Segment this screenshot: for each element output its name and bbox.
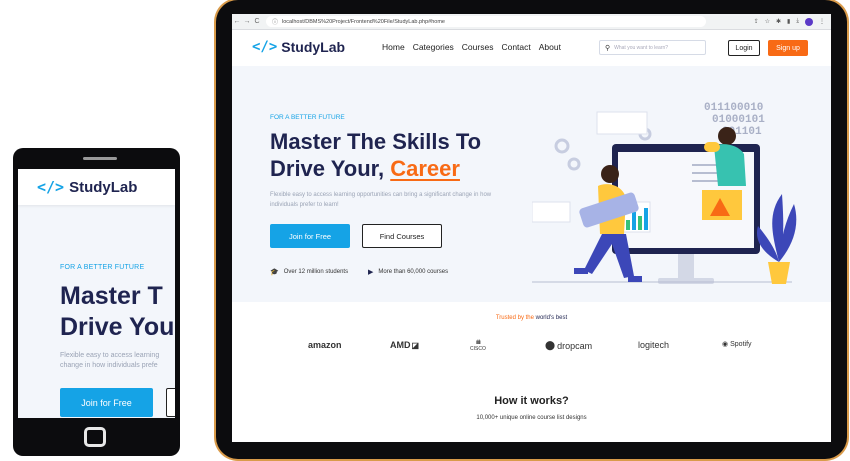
- code-icon: </>: [252, 39, 278, 55]
- profile-avatar[interactable]: [805, 17, 813, 26]
- code-window: [596, 111, 648, 135]
- address-bar[interactable]: ⓘ localhost/DBMS%20Project/Frontend%20Fi…: [266, 16, 706, 27]
- graduation-cap-icon: 🎓: [270, 269, 279, 276]
- info-icon[interactable]: ⓘ: [272, 17, 278, 26]
- hero-headline-prefix: Drive Your,: [270, 156, 391, 181]
- phone-speaker: [83, 157, 117, 160]
- binary-line-1: 011100010: [704, 102, 763, 114]
- join-free-button[interactable]: Join for Free: [270, 224, 350, 248]
- signup-button[interactable]: Sign up: [768, 40, 808, 56]
- tablet-mockup: ← → C ⓘ localhost/DBMS%20Project/Fronten…: [216, 0, 847, 459]
- person-head: [601, 165, 619, 183]
- tablet-screen: ← → C ⓘ localhost/DBMS%20Project/Fronten…: [232, 14, 831, 442]
- how-it-works-subtitle: 10,000+ unique online course list design…: [476, 415, 587, 421]
- stat-students-text: Over 12 million students: [283, 269, 349, 275]
- phone-logo-text[interactable]: StudyLab: [69, 179, 137, 196]
- stat-students: 🎓 Over 12 million students: [270, 268, 348, 276]
- brand-logitech: logitech: [638, 340, 669, 350]
- binary-line-2: 01000101: [712, 114, 765, 126]
- menu-categories[interactable]: Categories: [413, 42, 454, 52]
- extensions-icon[interactable]: ✱: [776, 18, 781, 25]
- play-icon: ▶: [368, 269, 374, 276]
- brand-spotify-text: Spotify: [730, 340, 752, 348]
- phone-headline: Master T Drive You: [60, 281, 174, 343]
- small-window: [532, 201, 571, 223]
- phone-subtext: Flexible easy to access learning change …: [60, 351, 159, 371]
- hero-headline-highlight: Career: [390, 156, 460, 181]
- brand-spotify: ◉ Spotify: [722, 340, 752, 349]
- code-icon: </>: [37, 178, 65, 196]
- reload-icon[interactable]: C: [252, 18, 262, 25]
- hero-illustration: 011100010 01000101 001101: [532, 102, 797, 284]
- search-icon: ⚲: [605, 44, 611, 52]
- hero-section: FOR A BETTER FUTURE Master The Skills To…: [232, 66, 831, 302]
- brand-amazon: amazon: [308, 340, 342, 350]
- brand-amd: AMD ◪: [390, 340, 419, 350]
- chat-bubble-icon: [704, 142, 720, 152]
- menu-contact[interactable]: Contact: [501, 42, 530, 52]
- browser-actions: ⇪ ☆ ✱ ▮ ⤓ ⋮: [754, 17, 831, 26]
- download-icon[interactable]: ⤓: [796, 18, 799, 25]
- person-head: [718, 127, 736, 145]
- phone-subtext-line2: change in how individuals prefe: [60, 362, 158, 369]
- sidebar-icon[interactable]: ▮: [787, 18, 790, 25]
- stat-courses-text: More than 60,000 courses: [378, 269, 449, 275]
- hero-eyebrow: FOR A BETTER FUTURE: [270, 114, 345, 121]
- trusted-prefix: Trusted by the: [495, 315, 536, 321]
- gear-icon: [554, 138, 570, 154]
- search-placeholder: What you want to learn?: [614, 44, 669, 51]
- forward-icon[interactable]: →: [242, 18, 252, 25]
- dropcam-icon: ⬤: [545, 340, 556, 350]
- search-input[interactable]: ⚲ What you want to learn?: [599, 40, 706, 55]
- url-text: localhost/DBMS%20Project/Frontend%20File…: [282, 18, 445, 25]
- site-logo[interactable]: </> StudyLab: [252, 39, 345, 55]
- phone-screen: </> StudyLab FOR A BETTER FUTURE Master …: [18, 169, 175, 418]
- stat-courses: ▶ More than 60,000 courses: [368, 268, 448, 276]
- phone-navbar: </> StudyLab: [18, 169, 175, 205]
- back-icon[interactable]: ←: [232, 18, 242, 25]
- brand-dropcam-text: dropcam: [557, 340, 593, 351]
- brand-logitech-text: logitech: [638, 340, 670, 350]
- hero-subtext: Flexible easy to access learning opportu…: [270, 192, 492, 208]
- menu-courses[interactable]: Courses: [462, 42, 494, 52]
- brand-logos: amazon AMD ◪ ıılıılı CISCO ⬤ dropcam log…: [232, 340, 831, 360]
- gear-icon: [567, 157, 581, 171]
- star-icon[interactable]: ☆: [765, 18, 770, 25]
- phone-eyebrow: FOR A BETTER FUTURE: [60, 264, 145, 271]
- spotify-icon: ◉: [722, 341, 729, 348]
- phone-find-button[interactable]: [166, 388, 175, 417]
- more-icon[interactable]: ⋮: [819, 18, 825, 25]
- login-button[interactable]: Login: [728, 40, 760, 56]
- brand-amazon-text: amazon: [308, 340, 342, 350]
- brand-cisco: ıılıılı CISCO: [470, 340, 486, 352]
- browser-toolbar: ← → C ⓘ localhost/DBMS%20Project/Fronten…: [232, 14, 831, 30]
- menu-about[interactable]: About: [539, 42, 561, 52]
- brand-dropcam: ⬤ dropcam: [545, 340, 592, 351]
- phone-headline-line1: Master T: [60, 282, 163, 310]
- hero-headline: Master The Skills To Drive Your, Career: [270, 128, 481, 182]
- share-icon[interactable]: ⇪: [754, 18, 759, 25]
- main-menu: Home Categories Courses Contact About: [382, 42, 561, 52]
- trusted-by: Trusted by the world's best: [232, 315, 831, 321]
- find-courses-button[interactable]: Find Courses: [362, 224, 442, 248]
- phone-join-button[interactable]: Join for Free: [60, 388, 153, 417]
- hero-headline-line1: Master The Skills To: [270, 129, 482, 154]
- site-navbar: </> StudyLab Home Categories Courses Con…: [232, 30, 831, 66]
- phone-subtext-line1: Flexible easy to access learning: [60, 352, 160, 359]
- menu-home[interactable]: Home: [382, 42, 405, 52]
- phone-mockup: </> StudyLab FOR A BETTER FUTURE Master …: [13, 148, 180, 456]
- how-it-works-title: How it works?: [494, 395, 569, 407]
- plant-pot: [768, 262, 790, 284]
- phone-home-button[interactable]: [84, 427, 106, 447]
- brand-amd-text: AMD: [390, 340, 411, 350]
- site-logo-text: StudyLab: [281, 39, 346, 55]
- trusted-emphasis: world's best: [535, 315, 568, 321]
- brand-cisco-text: CISCO: [470, 346, 486, 352]
- hero-headline-line2: Drive Your, Career: [270, 155, 481, 182]
- phone-headline-line2: Drive You: [60, 313, 175, 341]
- amd-arrow-icon: ◪: [411, 340, 420, 350]
